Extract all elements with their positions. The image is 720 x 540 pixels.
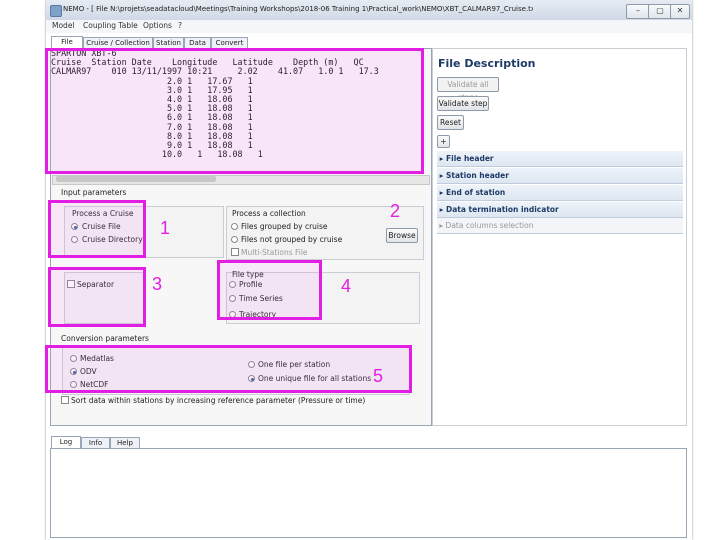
- section-file-header[interactable]: ▸ File header: [437, 151, 683, 167]
- process-collection-title: Process a collection: [232, 209, 306, 218]
- section-file-header-label: File header: [446, 154, 494, 163]
- file-description-title: File Description: [438, 57, 536, 70]
- section-station-header-label: Station header: [446, 171, 509, 180]
- menu-options[interactable]: Options: [143, 21, 172, 30]
- marker-1: 1: [160, 218, 171, 238]
- highlight-process-cruise: [48, 200, 146, 258]
- section-end-of-station-label: End of station: [446, 188, 506, 197]
- chevron-right-icon: ▸: [437, 188, 446, 197]
- section-data-columns[interactable]: ▸ Data columns selection: [437, 218, 683, 234]
- menu-help[interactable]: ?: [178, 21, 182, 30]
- section-data-termination[interactable]: ▸ Data termination indicator: [437, 202, 683, 218]
- sort-data-checkbox[interactable]: [61, 396, 69, 404]
- highlight-separator: [48, 267, 146, 327]
- scrollbar-thumb[interactable]: [56, 176, 216, 182]
- marker-5: 5: [373, 366, 384, 386]
- files-grouped-label: Files grouped by cruise: [241, 222, 328, 231]
- marker-3: 3: [152, 274, 163, 294]
- marker-4: 4: [341, 276, 352, 296]
- app-icon: [50, 5, 62, 17]
- highlight-conversion: [45, 345, 412, 393]
- chevron-right-icon: ▸: [437, 205, 446, 214]
- window-title: NEMO - [ File N:\projets\seadatacloud\Me…: [63, 5, 533, 13]
- section-station-header[interactable]: ▸ Station header: [437, 168, 683, 184]
- maximize-icon[interactable]: ▢: [648, 4, 672, 19]
- sort-data-label: Sort data within stations by increasing …: [71, 396, 366, 405]
- marker-2: 2: [390, 201, 401, 221]
- conversion-parameters-title: Conversion parameters: [61, 334, 149, 343]
- browse-button[interactable]: Browse: [386, 228, 418, 243]
- section-data-columns-label: Data columns selection: [445, 221, 534, 230]
- chevron-right-icon: ▸: [437, 171, 446, 180]
- reset-button[interactable]: Reset: [437, 115, 464, 130]
- close-icon[interactable]: ✕: [670, 4, 690, 19]
- chevron-right-icon: ▸: [437, 221, 446, 230]
- validate-step-button[interactable]: Validate step: [437, 96, 489, 111]
- input-parameters-title: Input parameters: [61, 188, 127, 197]
- multi-stations-label: Multi-Stations File: [241, 248, 308, 257]
- files-grouped-radio[interactable]: [231, 223, 238, 230]
- highlight-file-type: [217, 260, 322, 320]
- validate-all-steps-button[interactable]: Validate all steps: [437, 77, 499, 102]
- files-not-grouped-radio[interactable]: [231, 236, 238, 243]
- chevron-right-icon: ▸: [437, 154, 446, 163]
- section-data-termination-label: Data termination indicator: [446, 205, 559, 214]
- files-not-grouped-label: Files not grouped by cruise: [241, 235, 343, 244]
- log-panel[interactable]: [50, 448, 687, 538]
- menu-coupling-table[interactable]: Coupling Table: [83, 21, 138, 30]
- multi-stations-checkbox[interactable]: [231, 248, 239, 256]
- minimize-icon[interactable]: –: [626, 4, 650, 19]
- add-button[interactable]: +: [437, 135, 450, 148]
- highlight-file-content: [45, 48, 424, 174]
- section-end-of-station[interactable]: ▸ End of station: [437, 185, 683, 201]
- menu-model[interactable]: Model: [52, 21, 75, 30]
